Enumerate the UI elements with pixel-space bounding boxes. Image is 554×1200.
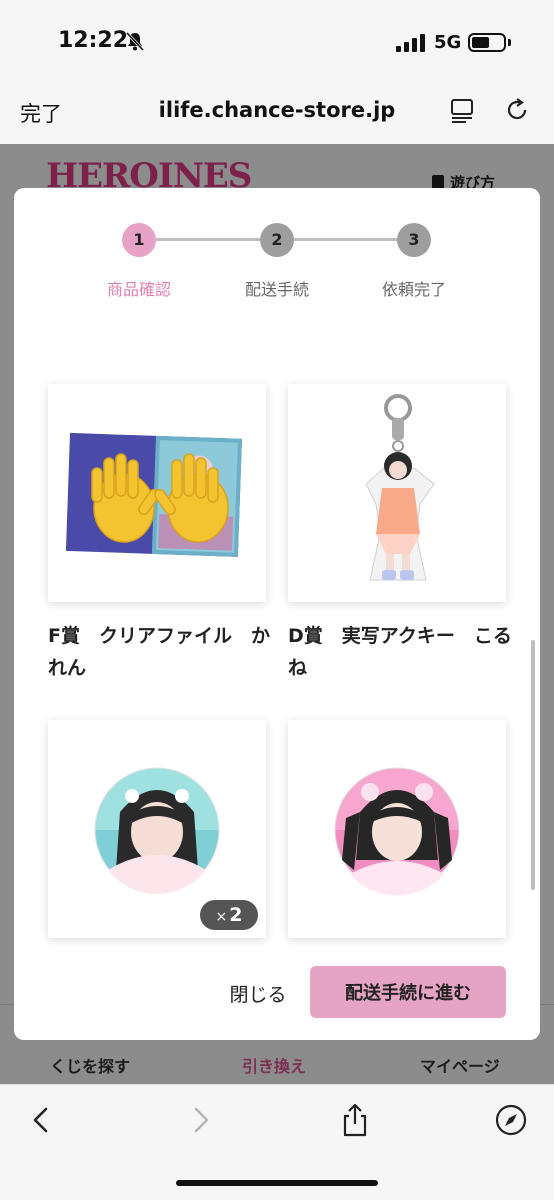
status-time: 12:22 (58, 28, 129, 53)
stepper-line (294, 238, 404, 241)
step-2-indicator: 2 (260, 223, 294, 257)
share-icon[interactable] (338, 1103, 372, 1137)
step-3-label: 依頼完了 (381, 280, 446, 299)
item-card[interactable] (48, 384, 266, 602)
acrylic-keychain-image (365, 394, 435, 581)
badge-image-2 (334, 767, 460, 896)
step-1-label: 商品確認 (106, 280, 171, 299)
close-button[interactable]: 閉じる (218, 978, 298, 1008)
item-name: F賞 クリアファイル かれん (48, 625, 270, 679)
compass-icon[interactable] (494, 1103, 528, 1137)
clear-file-image (65, 432, 242, 557)
battery-icon (468, 33, 506, 52)
status-bar: 12:22 5G (0, 0, 554, 80)
step-3-indicator: 3 (397, 223, 431, 257)
stepper-line (156, 238, 266, 241)
proceed-to-shipping-button[interactable]: 配送手続に進む (310, 966, 506, 1018)
signal-icon (396, 34, 425, 52)
forward-icon[interactable] (184, 1103, 218, 1137)
reload-icon[interactable] (504, 97, 530, 123)
back-icon[interactable] (24, 1103, 58, 1137)
item-card[interactable] (288, 384, 506, 602)
modal-scrollbar[interactable] (531, 640, 535, 890)
battery-tip (508, 39, 511, 46)
item-card[interactable] (288, 720, 506, 938)
item-card[interactable]: × 2 (48, 720, 266, 938)
browser-address-bar: 完了 ilife.chance-store.jp (0, 80, 554, 144)
quantity-prefix: × (215, 909, 228, 925)
step-1-indicator: 1 (122, 223, 156, 257)
home-indicator (176, 1180, 378, 1186)
reader-icon[interactable] (450, 98, 474, 124)
bell-slash-icon (125, 31, 145, 52)
network-label: 5G (434, 32, 462, 53)
quantity-value: 2 (229, 904, 243, 926)
exchange-modal: 1 2 3 商品確認 配送手続 依頼完了 F賞 クリアファイル かれん D賞 実… (14, 188, 540, 1040)
item-name: D賞 実写アクキー こるね (288, 625, 512, 679)
quantity-badge: × 2 (200, 900, 258, 930)
step-2-label: 配送手続 (244, 280, 309, 299)
